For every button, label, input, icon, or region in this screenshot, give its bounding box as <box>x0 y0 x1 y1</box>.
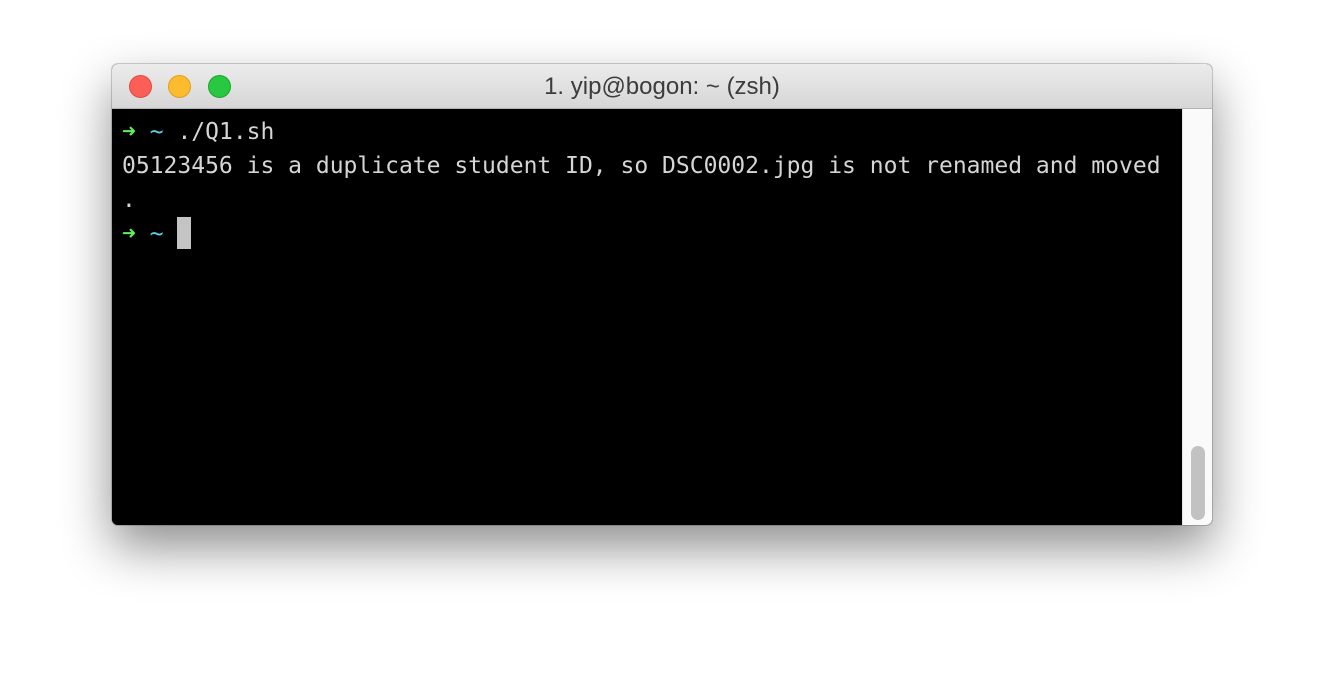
scrollbar-thumb[interactable] <box>1191 446 1205 520</box>
output-line: 05123456 is a duplicate student ID, so D… <box>122 153 1161 179</box>
text-cursor <box>177 216 192 249</box>
window-title: 1. yip@bogon: ~ (zsh) <box>544 73 780 100</box>
prompt-line[interactable]: ➜ ~ <box>122 216 1182 251</box>
title-bar[interactable]: 1. yip@bogon: ~ (zsh) <box>112 64 1212 109</box>
terminal-window: 1. yip@bogon: ~ (zsh) ➜ ~ ./Q1.sh 051234… <box>112 64 1212 525</box>
output-line: . <box>122 187 136 213</box>
prompt-line: ➜ ~ ./Q1.sh <box>122 115 1182 149</box>
command-text: ./Q1.sh <box>177 119 275 145</box>
vertical-scrollbar[interactable] <box>1182 109 1212 525</box>
terminal-output[interactable]: ➜ ~ ./Q1.sh 05123456 is a duplicate stud… <box>112 109 1182 525</box>
prompt-cwd: ~ <box>149 221 164 247</box>
prompt-arrow-icon: ➜ <box>122 119 136 145</box>
prompt-arrow-icon: ➜ <box>122 221 136 247</box>
prompt-cwd: ~ <box>149 119 164 145</box>
